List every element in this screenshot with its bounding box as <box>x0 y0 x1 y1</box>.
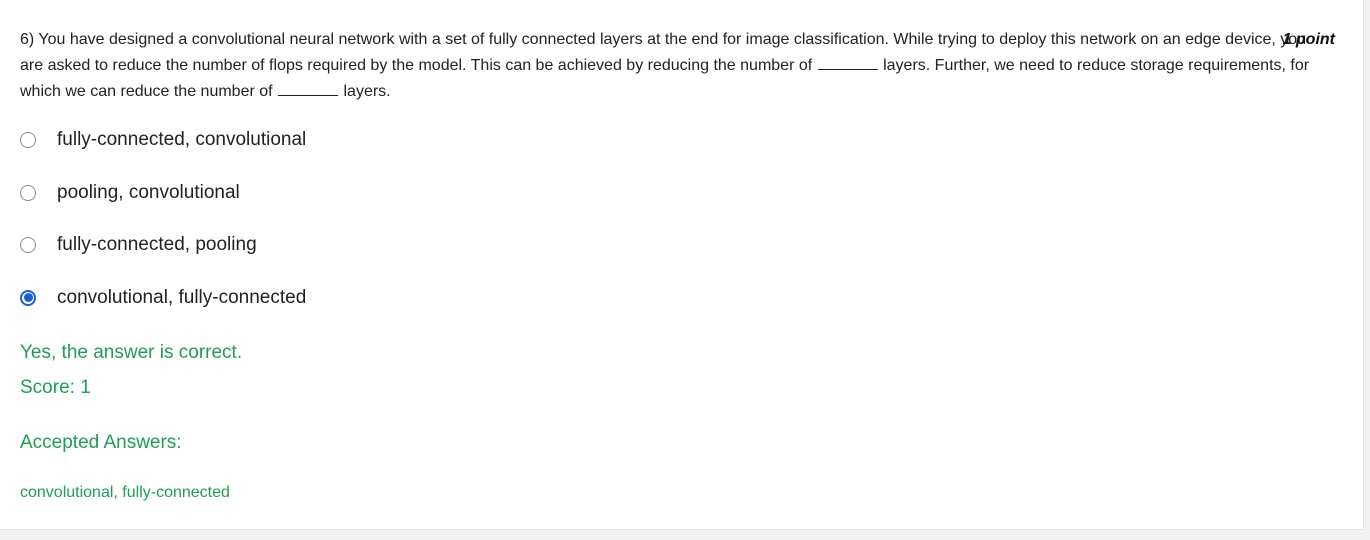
accepted-answers-heading: Accepted Answers: <box>20 432 182 453</box>
answer-blank-1 <box>817 68 878 70</box>
radio-button[interactable] <box>20 237 36 253</box>
accepted-answer-text: convolutional, fully-connected <box>20 484 230 501</box>
option-2[interactable]: pooling, convolutional <box>20 179 306 207</box>
score-text: Score: 1 <box>20 377 91 398</box>
option-1[interactable]: fully-connected, convolutional <box>20 126 306 154</box>
options-list: fully-connected, convolutional pooling, … <box>20 126 306 336</box>
option-3[interactable]: fully-connected, pooling <box>20 231 306 259</box>
question-card: 6) You have designed a convolutional neu… <box>0 0 1364 530</box>
feedback-message: Yes, the answer is correct. <box>20 342 243 363</box>
question-points: 1 point <box>1282 31 1335 48</box>
radio-button-selected[interactable] <box>20 289 36 306</box>
radio-button[interactable] <box>20 132 36 148</box>
option-4[interactable]: convolutional, fully-connected <box>20 284 306 312</box>
question-text: 6) You have designed a convolutional neu… <box>20 27 1310 105</box>
option-label: pooling, convolutional <box>57 181 240 203</box>
radio-button[interactable] <box>20 184 36 201</box>
question-number: 6) <box>20 31 35 48</box>
option-label: convolutional, fully-connected <box>57 286 307 308</box>
radio-selected-dot <box>23 293 33 302</box>
option-label: fully-connected, pooling <box>57 234 257 255</box>
question-text-part3: layers. <box>343 83 391 100</box>
answer-blank-2 <box>278 94 339 96</box>
option-label: fully-connected, convolutional <box>57 129 307 150</box>
